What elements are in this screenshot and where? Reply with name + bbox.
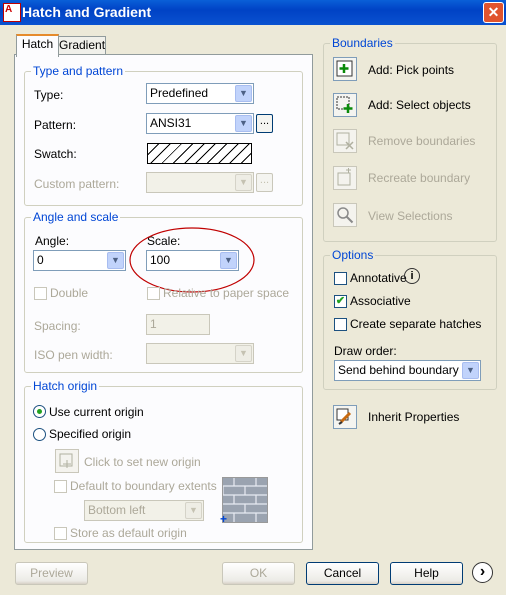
spacing-input[interactable]: 1 [146, 314, 210, 335]
use-current-origin-label: Use current origin [49, 405, 144, 419]
angle-and-scale-legend: Angle and scale [31, 210, 121, 224]
default-boundary-extents-checkbox[interactable] [54, 480, 67, 493]
type-and-pattern-legend: Type and pattern [31, 64, 126, 78]
draw-order-dropdown[interactable]: Send behind boundary ▼ [334, 360, 481, 381]
magnifier-icon [337, 207, 354, 224]
origin-marker-icon: + [220, 512, 228, 526]
relative-paper-space-label: Relative to paper space [163, 286, 290, 300]
chevron-down-icon[interactable]: ▼ [462, 362, 479, 379]
specified-origin-label: Specified origin [49, 427, 132, 441]
add-pick-points-label[interactable]: Add: Pick points [368, 63, 454, 77]
spacing-value: 1 [150, 317, 157, 331]
annotative-label: Annotative [350, 271, 407, 285]
draw-order-value: Send behind boundary [338, 363, 459, 377]
autocad-app-icon: A [3, 3, 21, 22]
inherit-properties-button[interactable] [333, 405, 357, 429]
double-checkbox[interactable] [34, 287, 47, 300]
use-current-origin-radio[interactable] [33, 405, 46, 418]
crosshair-icon [59, 453, 73, 468]
window-title: Hatch and Gradient [22, 4, 152, 20]
iso-pen-width-label: ISO pen width: [34, 348, 113, 362]
annotative-checkbox[interactable] [334, 272, 347, 285]
select-objects-icon [336, 96, 353, 113]
draw-order-label: Draw order: [334, 344, 397, 358]
relative-paper-space-checkbox[interactable] [147, 287, 160, 300]
swatch-preview[interactable] [147, 143, 252, 164]
remove-boundaries-label[interactable]: Remove boundaries [368, 134, 475, 148]
more-options-button[interactable]: › [472, 562, 493, 583]
options-legend: Options [330, 248, 376, 262]
add-select-objects-button[interactable] [333, 93, 357, 117]
double-label: Double [50, 286, 89, 300]
pattern-browse-button[interactable]: ... [256, 114, 273, 133]
pattern-value: ANSI31 [150, 116, 192, 130]
separate-hatches-checkbox[interactable] [334, 318, 347, 331]
recreate-boundary-label[interactable]: Recreate boundary [368, 171, 470, 185]
view-selections-button[interactable] [333, 203, 357, 227]
highlight-ellipse-shape [129, 227, 255, 293]
hatch-origin-legend: Hatch origin [31, 379, 100, 393]
chevron-down-icon[interactable]: ▼ [185, 502, 202, 519]
swatch-label: Swatch: [34, 147, 77, 161]
origin-brick-preview-icon: + [220, 477, 268, 526]
ok-button[interactable]: OK [222, 562, 295, 585]
specified-origin-radio[interactable] [33, 428, 46, 441]
radio-dot [37, 409, 42, 414]
angle-label: Angle: [35, 234, 70, 248]
click-to-set-origin-label: Click to set new origin [84, 455, 201, 469]
remove-boundaries-button[interactable] [333, 129, 357, 153]
custom-pattern-label: Custom pattern: [34, 177, 120, 191]
brick-pattern-graphic [222, 478, 267, 522]
paintbrush-icon [336, 408, 352, 425]
preview-button[interactable]: Preview [15, 562, 88, 585]
spacing-label: Spacing: [34, 319, 81, 333]
associative-checkbox[interactable]: ✔ [334, 295, 347, 308]
inherit-properties-label[interactable]: Inherit Properties [368, 410, 459, 424]
close-button[interactable]: ✕ [483, 2, 504, 23]
chevron-down-icon[interactable]: ▼ [107, 252, 124, 269]
add-select-objects-label[interactable]: Add: Select objects [368, 98, 471, 112]
cancel-button[interactable]: Cancel [306, 562, 379, 585]
iso-pen-width-dropdown[interactable]: ▼ [146, 343, 254, 364]
add-pick-points-button[interactable] [333, 57, 357, 81]
type-dropdown[interactable]: Predefined ▼ [146, 83, 254, 104]
angle-dropdown[interactable]: 0 ▼ [33, 250, 126, 271]
view-selections-label[interactable]: View Selections [368, 209, 453, 223]
recreate-boundary-button[interactable] [333, 166, 357, 190]
boundaries-legend: Boundaries [330, 36, 395, 50]
chevron-down-icon[interactable]: ▼ [235, 115, 252, 132]
separate-hatches-label: Create separate hatches [350, 317, 482, 331]
info-icon[interactable]: i [404, 268, 420, 284]
pattern-dropdown[interactable]: ANSI31 ▼ [146, 113, 254, 134]
chevron-down-icon[interactable]: ▼ [235, 174, 252, 191]
help-button[interactable]: Help [390, 562, 463, 585]
chevron-down-icon[interactable]: ▼ [235, 345, 252, 362]
origin-position-dropdown[interactable]: Bottom left ▼ [84, 500, 204, 521]
angle-value: 0 [37, 253, 44, 267]
chevron-down-icon[interactable]: ▼ [235, 85, 252, 102]
remove-boundaries-icon [336, 132, 354, 150]
tab-gradient[interactable]: Gradient [58, 36, 106, 54]
recreate-boundary-icon [337, 168, 351, 186]
associative-label: Associative [350, 294, 411, 308]
tab-hatch[interactable]: Hatch [16, 34, 59, 57]
pattern-label: Pattern: [34, 118, 77, 132]
type-value: Predefined [150, 86, 209, 100]
pick-points-icon [336, 60, 353, 77]
click-to-set-origin-button[interactable] [55, 449, 79, 473]
custom-pattern-browse-button[interactable]: ... [256, 173, 273, 192]
default-boundary-extents-label: Default to boundary extents [70, 479, 217, 493]
custom-pattern-dropdown[interactable]: ▼ [146, 172, 254, 193]
store-default-origin-label: Store as default origin [70, 526, 187, 540]
type-label: Type: [34, 88, 64, 102]
store-default-origin-checkbox[interactable] [54, 527, 67, 540]
origin-position-value: Bottom left [88, 503, 146, 517]
